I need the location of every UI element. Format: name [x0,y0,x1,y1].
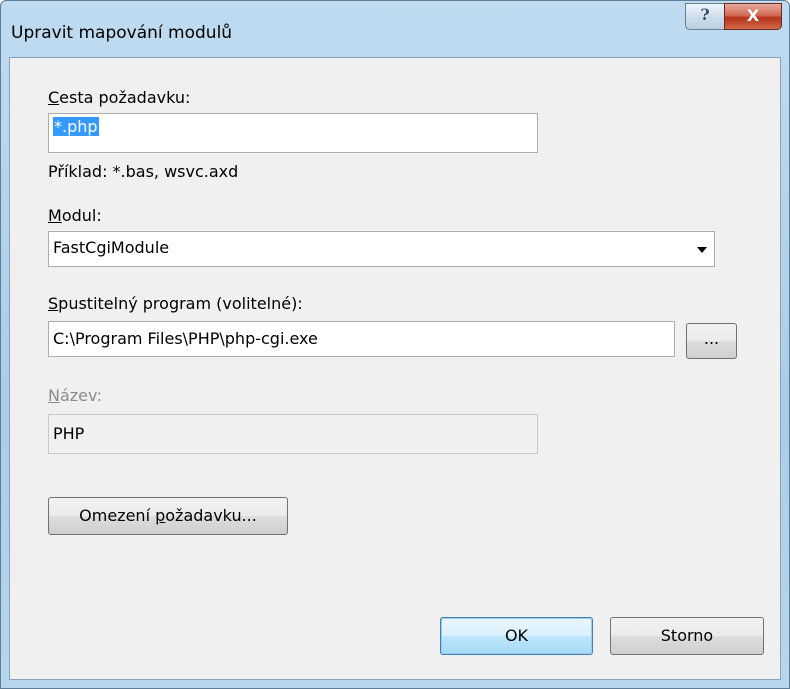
window-title: Upravit mapování modulů [11,23,233,43]
request-restrictions-button[interactable]: Omezení požadavku... [48,497,288,535]
help-button[interactable]: ? [685,3,725,30]
cancel-button[interactable]: Storno [610,617,764,655]
title-bar[interactable]: Upravit mapování modulů ? X [1,1,789,57]
request-path-example: Příklad: *.bas, wsvc.axd [48,162,239,181]
name-field: PHP [48,414,538,454]
executable-value: C:\Program Files\PHP\php-cgi.exe [53,329,318,348]
request-path-input[interactable]: *.php [48,113,538,153]
module-label: Modul: [48,206,102,225]
request-path-label: Cesta požadavku: [48,88,191,107]
close-icon: X [746,6,760,25]
name-label: Název: [48,386,102,405]
module-dropdown[interactable]: FastCgiModule [48,231,715,267]
request-path-value: *.php [53,117,99,136]
executable-label: Spustitelný program (volitelné): [48,294,303,313]
module-selected-value: FastCgiModule [53,238,170,257]
help-icon: ? [700,5,710,24]
name-value: PHP [53,424,85,443]
executable-input[interactable]: C:\Program Files\PHP\php-cgi.exe [48,321,675,357]
close-button[interactable]: X [724,3,782,30]
chevron-down-icon[interactable] [697,247,707,253]
ok-button[interactable]: OK [440,617,593,655]
dialog-client-area: Cesta požadavku: *.php Příklad: *.bas, w… [9,57,781,680]
browse-button[interactable]: ... [686,323,737,359]
dialog-window: Upravit mapování modulů ? X Cesta požada… [0,0,790,689]
